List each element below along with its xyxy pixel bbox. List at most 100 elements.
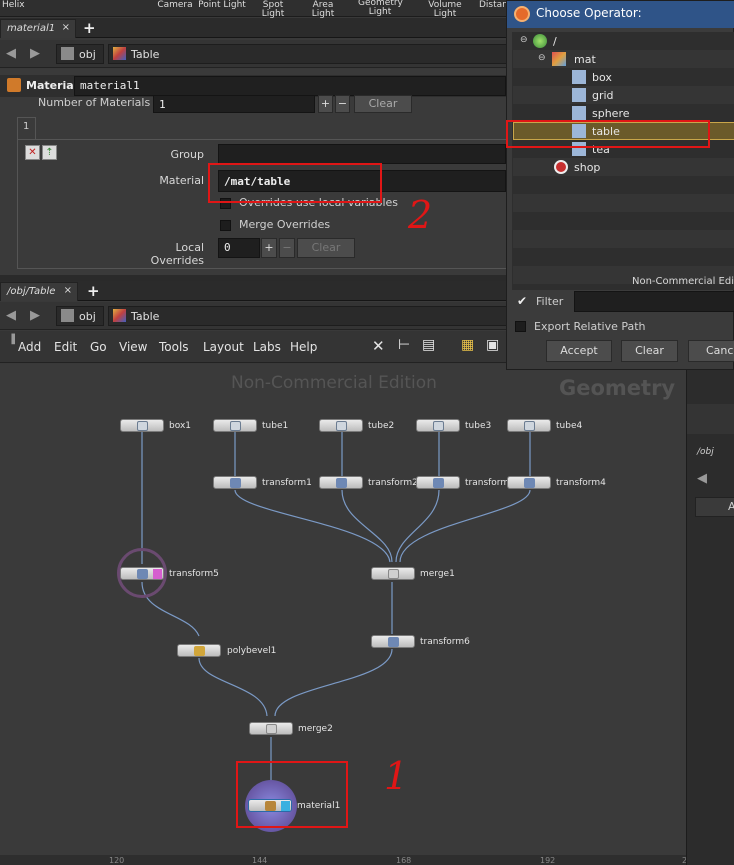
mat-network-icon [552,52,566,66]
cancel-button[interactable]: Cancel [688,340,734,362]
node-label: merge1 [420,569,455,579]
back-arrow-icon[interactable]: ◀ [697,471,707,486]
remove-override-button[interactable]: − [279,238,295,258]
material-node-icon [572,88,586,102]
node-label: tube1 [262,421,289,431]
collapse-icon[interactable]: ⊖ [538,53,546,63]
back-arrow-icon[interactable]: ◀ [6,46,16,61]
shelf-point-light[interactable]: Point Light [198,1,246,10]
node-tube4[interactable] [507,419,551,432]
annotation-box-material-node [236,761,348,828]
node-tube3[interactable] [416,419,460,432]
list-view-icon[interactable]: ▤ [422,337,435,353]
local-overrides-field[interactable]: 0 [218,238,260,258]
path-obj[interactable]: obj [56,44,104,64]
add-tab-icon[interactable]: + [83,19,96,37]
collapse-icon[interactable]: ⊖ [520,35,528,45]
menu-layout[interactable]: Layout [203,340,244,354]
node-transform5[interactable] [120,567,164,580]
tree-item-box[interactable]: box [592,71,612,84]
template-flag-icon [153,569,162,579]
export-relative-checkbox[interactable] [515,321,526,332]
menu-edit[interactable]: Edit [54,340,77,354]
tab-obj-table[interactable]: /obj/Table × [0,282,78,301]
dialog-title: Choose Operator: [536,6,642,20]
material-icon [7,78,21,92]
node-transform6[interactable] [371,635,415,648]
group-field[interactable] [218,144,506,164]
shelf-camera[interactable]: Camera [155,1,195,10]
node-tube2[interactable] [319,419,363,432]
path-table[interactable]: Table [108,44,508,64]
details-view-icon[interactable]: ▣ [486,337,499,353]
path-obj[interactable]: obj [56,306,104,326]
shelf-spot-light[interactable]: Spot Light [251,1,295,19]
transform-icon [433,478,444,488]
shelf-area-light[interactable]: Area Light [301,1,345,19]
grid-view-icon[interactable]: ▦ [461,337,474,353]
clear-button[interactable]: Clear [354,95,412,113]
remove-instance-icon[interactable]: ✕ [25,145,40,160]
node-transform4[interactable] [507,476,551,489]
add-tab-icon[interactable]: + [87,282,100,300]
remove-material-button[interactable]: − [335,95,350,113]
accept-button[interactable]: Accept [546,340,612,362]
add-override-button[interactable]: + [261,238,277,258]
node-name-field[interactable]: material1 [74,76,506,96]
tree-mat[interactable]: mat [574,53,596,66]
back-arrow-icon[interactable]: ◀ [6,308,16,323]
tools-icon[interactable]: ✕ [372,337,385,355]
node-label: transform2 [368,478,418,488]
add-material-button[interactable]: + [318,95,333,113]
tree-item-sphere[interactable]: sphere [592,107,630,120]
shelf-volume-light[interactable]: Volume Light [416,1,474,19]
tree-item-grid[interactable]: grid [592,89,614,102]
menu-go[interactable]: Go [90,340,107,354]
node-transform3[interactable] [416,476,460,489]
close-icon[interactable]: × [64,285,72,296]
insert-instance-icon[interactable]: ⇡ [42,145,57,160]
tube-icon [336,421,347,431]
node-transform2[interactable] [319,476,363,489]
clear-button[interactable]: Clear [621,340,678,362]
filter-input[interactable] [574,291,734,312]
node-label: transform4 [556,478,606,488]
filter-check-icon[interactable]: ✔ [517,294,527,308]
ruler-tick: 192 [540,856,556,865]
merge-overrides-checkbox[interactable] [220,220,231,231]
group-label: Group [170,148,205,161]
tab-label: material1 [7,23,56,34]
node-label: polybevel1 [227,646,277,656]
forward-arrow-icon[interactable]: ▶ [30,308,40,323]
node-transform1[interactable] [213,476,257,489]
shop-icon [554,160,568,174]
right-a-button[interactable]: A [695,497,734,517]
menu-labs[interactable]: Labs [253,340,281,354]
tree-root[interactable]: / [553,35,557,48]
node-merge2[interactable] [249,722,293,735]
tab-material1[interactable]: material1 × [0,19,76,38]
node-box1[interactable] [120,419,164,432]
shelf-geometry-light[interactable]: Geometry Light [358,0,403,17]
shelf-helix[interactable]: Helix [2,1,32,10]
local-clear-button[interactable]: Clear [297,238,355,258]
menu-add[interactable]: Add [18,340,41,354]
menu-help[interactable]: Help [290,340,317,354]
menu-tools[interactable]: Tools [159,340,189,354]
forward-arrow-icon[interactable]: ▶ [30,46,40,61]
param-pathbar: ◀ ▶ obj Table [0,40,508,68]
tree-view-icon[interactable]: ⊢ [398,337,410,353]
node-tube1[interactable] [213,419,257,432]
folder-tab-1[interactable]: 1 [17,117,36,139]
close-icon[interactable]: × [62,22,70,33]
menu-view[interactable]: View [119,340,147,354]
geo-icon [113,309,126,322]
operator-tree[interactable]: ⊖ / ⊖ mat box grid sphere table tea shop… [512,32,734,290]
local-overrides-label: Local Overrides [150,241,204,267]
dialog-watermark: Non-Commercial Edit [632,276,734,287]
node-polybevel1[interactable] [177,644,221,657]
num-materials-field[interactable]: 1 [153,95,315,113]
tab-label: /obj/Table [7,286,56,297]
tree-item-shop[interactable]: shop [574,161,600,174]
node-merge1[interactable] [371,567,415,580]
